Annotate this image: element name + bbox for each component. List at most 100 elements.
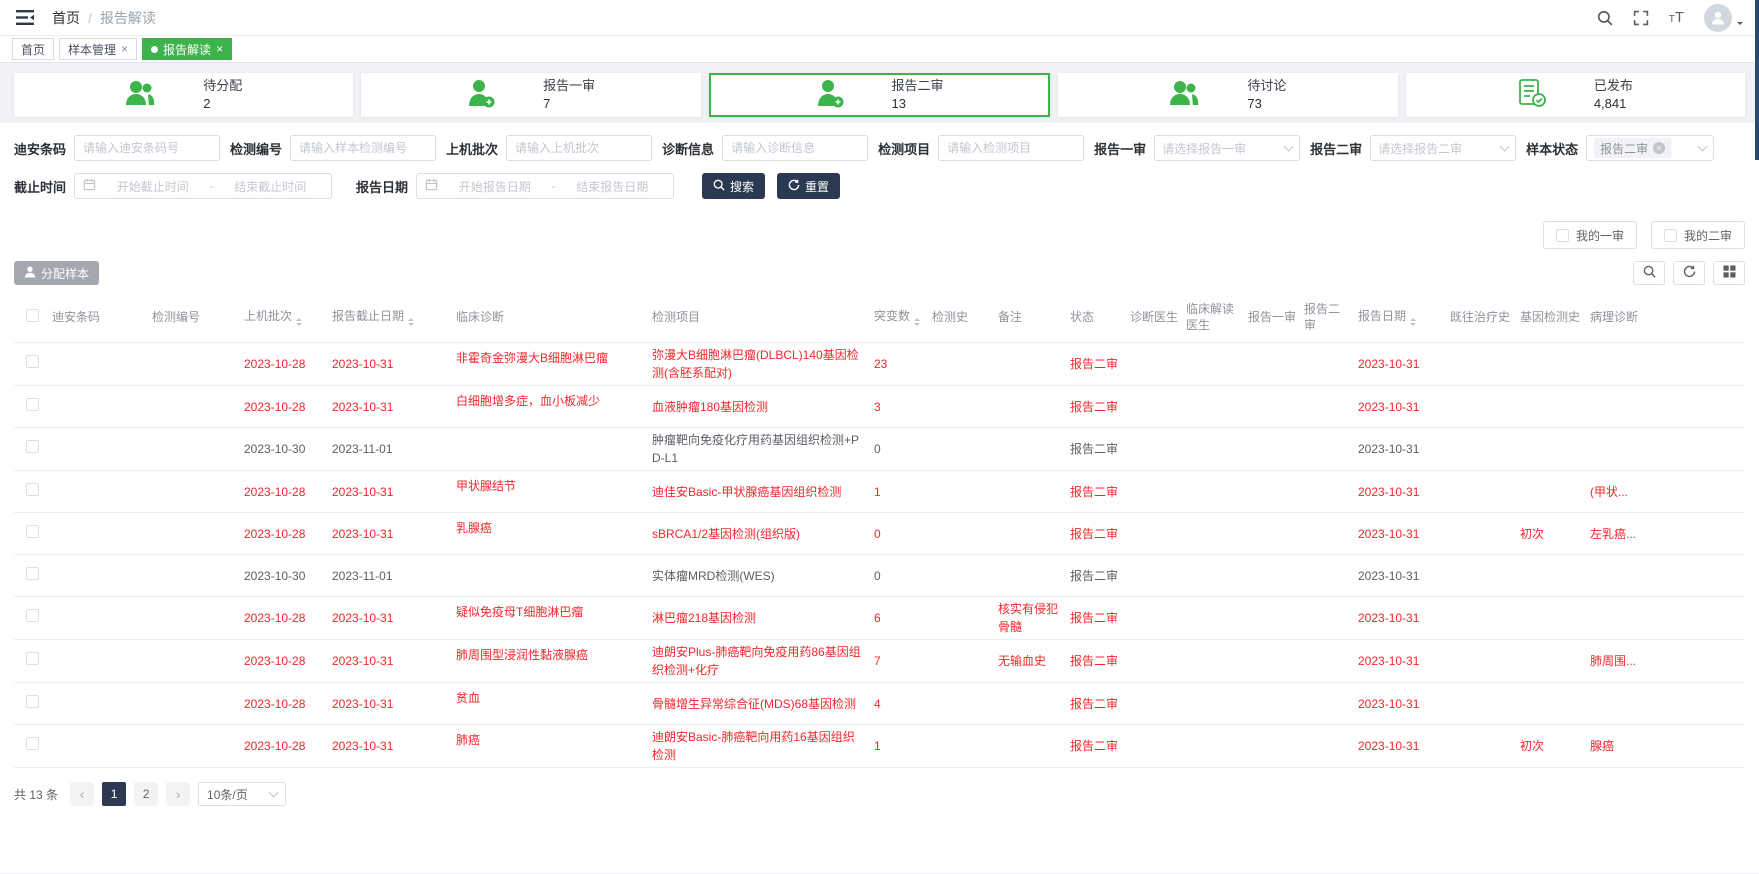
cell-review2: [1300, 428, 1354, 471]
fullscreen-icon[interactable]: [1633, 10, 1649, 26]
cell-pathology: [1586, 386, 1745, 428]
sort-icon[interactable]: [914, 318, 920, 326]
test-number-input[interactable]: [290, 135, 436, 161]
cell-checkbox: [14, 513, 48, 555]
card-to-assign[interactable]: 待分配2: [14, 73, 353, 117]
scrollbar-thumb[interactable]: [1755, 0, 1759, 160]
table-header-row: 迪安条码检测编号上机批次报告截止日期临床诊断检测项目突变数检测史备注状态诊断医生…: [14, 293, 1745, 343]
table-row[interactable]: 2023-10-302023-11-01实体瘤MRD检测(WES)0报告二审20…: [14, 555, 1745, 597]
row-checkbox[interactable]: [26, 609, 39, 622]
cell-test_history: [928, 555, 994, 597]
cell-review1: [1244, 597, 1300, 640]
cell-project: 实体瘤MRD检测(WES): [648, 555, 870, 597]
filter-label: 截止时间: [14, 177, 66, 196]
column-header-label: 备注: [998, 310, 1022, 324]
tab-sample-management[interactable]: 样本管理 ×: [59, 38, 137, 60]
column-header-mutations[interactable]: 突变数: [870, 293, 928, 343]
cell-test_no: [148, 555, 240, 597]
cell-diagnosing_doctor: [1126, 343, 1182, 386]
row-checkbox[interactable]: [26, 398, 39, 411]
row-checkbox[interactable]: [26, 567, 39, 580]
user-menu[interactable]: [1704, 4, 1743, 32]
sort-icon[interactable]: [1410, 318, 1416, 326]
table-row[interactable]: 2023-10-282023-10-31非霍奇金弥漫大B细胞淋巴瘤弥漫大B细胞淋…: [14, 343, 1745, 386]
sort-icon[interactable]: [408, 318, 414, 326]
prev-page-button[interactable]: ‹: [70, 782, 94, 806]
deadline-date-range[interactable]: 开始截止时间 - 结束截止时间: [74, 173, 332, 199]
first-review-select[interactable]: 请选择报告一审: [1154, 135, 1300, 161]
breadcrumb-current: 报告解读: [100, 8, 156, 28]
row-checkbox[interactable]: [26, 440, 39, 453]
card-count: 2: [203, 95, 242, 113]
table-row[interactable]: 2023-10-282023-10-31白细胞增多症，血小板减少血液肿瘤180基…: [14, 386, 1745, 428]
table-row[interactable]: 2023-10-282023-10-31乳腺癌sBRCA1/2基因检测(组织版)…: [14, 513, 1745, 555]
font-size-icon[interactable]: TT: [1669, 10, 1684, 26]
table-row[interactable]: 2023-10-282023-10-31肺周围型浸润性黏液腺癌迪朗安Plus-肺…: [14, 640, 1745, 683]
cell-checkbox: [14, 597, 48, 640]
my-first-review-button[interactable]: 我的一审: [1543, 221, 1637, 249]
sample-status-select[interactable]: 报告二审 ×: [1586, 135, 1714, 161]
diagnosis-input[interactable]: [722, 135, 868, 161]
column-header-batch[interactable]: 上机批次: [240, 293, 328, 343]
row-checkbox[interactable]: [26, 737, 39, 750]
cell-interpreting_doctor: [1182, 386, 1244, 428]
cell-interpreting_doctor: [1182, 513, 1244, 555]
card-to-discuss[interactable]: 待讨论73: [1058, 73, 1397, 117]
column-header-gene_test_history: 基因检测史: [1516, 293, 1586, 343]
page-size-select[interactable]: 10条/页: [198, 782, 286, 806]
report-date-range[interactable]: 开始报告日期 - 结束报告日期: [416, 173, 674, 199]
table-row[interactable]: 2023-10-282023-10-31贫血骨髓增生异常综合征(MDS)68基因…: [14, 683, 1745, 725]
cell-review1: [1244, 386, 1300, 428]
table-row[interactable]: 2023-10-282023-10-31肺癌迪朗安Basic-肺癌靶向用药16基…: [14, 725, 1745, 768]
row-checkbox[interactable]: [26, 652, 39, 665]
collapse-sidebar-icon[interactable]: [16, 10, 34, 25]
table-row[interactable]: 2023-10-302023-11-01肿瘤靶向免疫化疗用药基因组织检测+PD-…: [14, 428, 1745, 471]
cell-status: 报告二审: [1066, 683, 1126, 725]
doctor-icon: [816, 78, 844, 113]
sort-icon[interactable]: [296, 318, 302, 326]
batch-input[interactable]: [506, 135, 652, 161]
row-checkbox[interactable]: [26, 525, 39, 538]
table-refresh-button[interactable]: [1673, 261, 1705, 285]
select-all-checkbox[interactable]: [26, 309, 39, 322]
tag-close-icon[interactable]: ×: [1653, 142, 1665, 154]
table-row[interactable]: 2023-10-282023-10-31疑似免疫母T细胞淋巴瘤淋巴瘤218基因检…: [14, 597, 1745, 640]
close-icon[interactable]: ×: [216, 43, 223, 55]
column-header-deadline[interactable]: 报告截止日期: [328, 293, 452, 343]
page-button-2[interactable]: 2: [134, 782, 158, 806]
card-published[interactable]: 已发布4,841: [1406, 73, 1745, 117]
cell-diagnosis: 疑似免疫母T细胞淋巴瘤: [452, 597, 648, 640]
my-second-review-button[interactable]: 我的二审: [1651, 221, 1745, 249]
cell-barcode: [48, 428, 148, 471]
breadcrumb-home[interactable]: 首页: [52, 8, 80, 28]
table-search-button[interactable]: [1633, 261, 1665, 285]
table-columns-button[interactable]: [1713, 261, 1745, 285]
search-icon[interactable]: [1597, 10, 1613, 26]
header-checkbox-cell: [14, 293, 48, 343]
column-header-report_date[interactable]: 报告日期: [1354, 293, 1446, 343]
barcode-input[interactable]: [74, 135, 220, 161]
assign-samples-label: 分配样本: [41, 265, 89, 282]
project-input[interactable]: [938, 135, 1084, 161]
tab-home[interactable]: 首页: [12, 38, 54, 60]
assign-samples-button[interactable]: 分配样本: [14, 261, 99, 285]
row-checkbox[interactable]: [26, 695, 39, 708]
page-button-1[interactable]: 1: [102, 782, 126, 806]
card-second-review[interactable]: 报告二审13: [709, 73, 1050, 117]
cell-diagnosing_doctor: [1126, 597, 1182, 640]
date-separator: -: [552, 179, 556, 193]
tab-report-interpretation[interactable]: 报告解读 ×: [142, 38, 232, 60]
row-checkbox[interactable]: [26, 483, 39, 496]
second-review-select[interactable]: 请选择报告二审: [1370, 135, 1516, 161]
card-first-review[interactable]: 报告一审7: [361, 73, 700, 117]
reset-button[interactable]: 重置: [777, 173, 840, 199]
table-row[interactable]: 2023-10-282023-10-31甲状腺结节迪佳安Basic-甲状腺癌基因…: [14, 471, 1745, 513]
cell-diagnosis: 肺周围型浸润性黏液腺癌: [452, 640, 648, 683]
close-icon[interactable]: ×: [121, 43, 128, 55]
next-page-button[interactable]: ›: [166, 782, 190, 806]
cell-mutations: 6: [870, 597, 928, 640]
row-checkbox[interactable]: [26, 355, 39, 368]
cell-report_date: 2023-10-31: [1354, 343, 1446, 386]
column-header-label: 报告日期: [1358, 309, 1406, 323]
search-button[interactable]: 搜索: [702, 173, 765, 199]
